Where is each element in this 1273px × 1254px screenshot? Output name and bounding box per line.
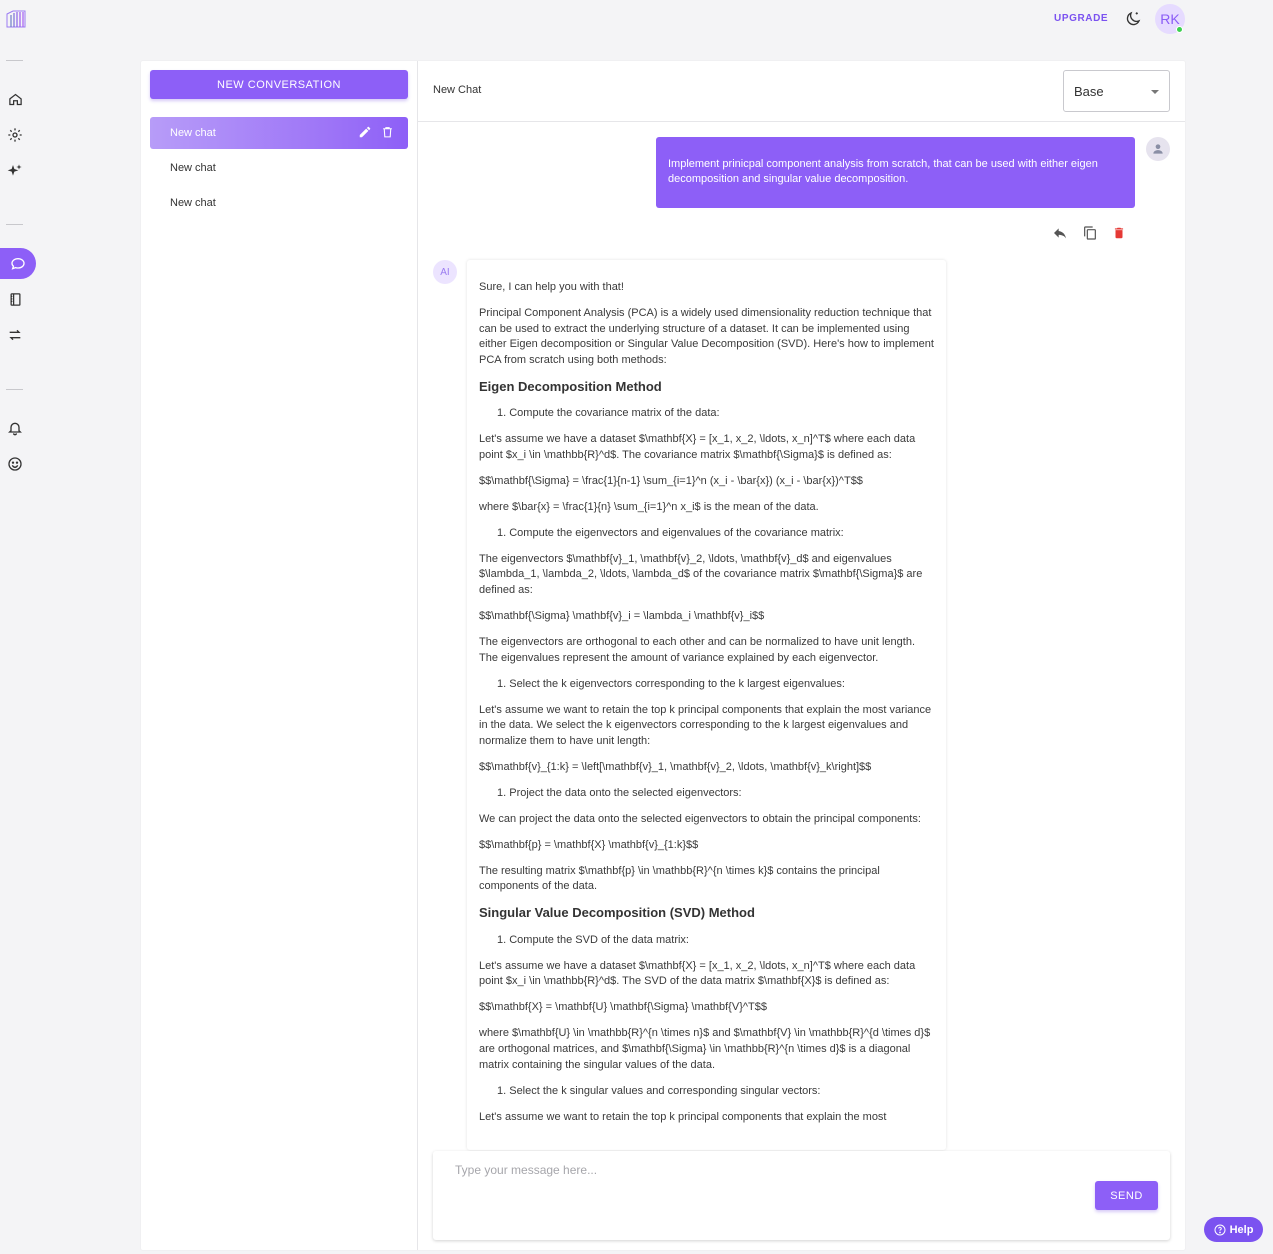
avatar-initials: RK (1160, 11, 1180, 27)
help-label: Help (1229, 1223, 1254, 1236)
dark-mode-icon[interactable] (1124, 10, 1142, 28)
user-avatar[interactable]: RK (1155, 4, 1185, 34)
chat-title: New Chat (433, 84, 482, 96)
reply-icon[interactable] (1052, 225, 1068, 246)
emoji-icon[interactable] (6, 455, 24, 473)
copy-icon[interactable] (1082, 225, 1098, 246)
delete-icon[interactable] (381, 125, 394, 142)
chevron-down-icon (1151, 90, 1159, 94)
rail-divider (6, 389, 23, 390)
ai-formula: $$\mathbf{v}_{1:k} = \left[\mathbf{v}_1,… (479, 760, 872, 773)
ai-heading: Eigen Decomposition Method (479, 378, 662, 394)
ai-list-item: 1. Select the k eigenvectors correspondi… (497, 677, 845, 690)
app-logo[interactable] (4, 8, 28, 30)
user-message-avatar-icon (1146, 137, 1170, 161)
conversation-list-panel: NEW CONVERSATION New chat New chat New c… (141, 61, 418, 1250)
ai-list-item: 1. Compute the SVD of the data matrix: (497, 933, 689, 946)
ai-paragraph: The eigenvectors $\mathbf{v}_1, \mathbf{… (479, 552, 923, 597)
conversation-label: New chat (170, 162, 216, 174)
online-status-dot (1176, 26, 1183, 33)
model-select-value: Base (1074, 83, 1104, 99)
conversation-label: New chat (170, 197, 216, 209)
new-conversation-button[interactable]: NEW CONVERSATION (150, 70, 408, 99)
ai-formula: $$\mathbf{\Sigma} = \frac{1}{n-1} \sum_{… (479, 474, 863, 487)
ai-paragraph: Principal Component Analysis (PCA) is a … (479, 306, 934, 366)
ai-list-item: 1. Compute the eigenvectors and eigenval… (497, 526, 844, 539)
bell-icon[interactable] (6, 419, 24, 437)
delete-message-icon[interactable] (1112, 225, 1126, 246)
ai-paragraph: Sure, I can help you with that! (479, 281, 624, 293)
ai-avatar: AI (433, 260, 457, 284)
model-select[interactable]: Base (1063, 70, 1170, 112)
ai-list-item: 1. Select the k singular values and corr… (497, 1084, 821, 1097)
notebook-icon[interactable] (6, 290, 24, 308)
swap-icon[interactable] (6, 326, 24, 344)
ai-formula: $$\mathbf{X} = \mathbf{U} \mathbf{\Sigma… (479, 1001, 767, 1014)
ai-list-item: 1. Project the data onto the selected ei… (497, 786, 742, 799)
message-actions (1052, 225, 1126, 246)
rail-divider (6, 60, 23, 61)
send-button[interactable]: SEND (1095, 1181, 1158, 1210)
ai-paragraph: Let's assume we want to retain the top k… (479, 1110, 887, 1123)
message-composer: SEND (433, 1151, 1170, 1240)
ai-formula: $$\mathbf{p} = \mathbf{X} \mathbf{v}_{1:… (479, 838, 699, 851)
ai-paragraph: We can project the data onto the selecte… (479, 812, 921, 825)
conversation-item[interactable]: New chat (150, 117, 408, 149)
user-message-bubble: Implement prinicpal component analysis f… (656, 137, 1135, 208)
ai-message-bubble: Sure, I can help you with that! Principa… (467, 260, 946, 1150)
conversation-item[interactable]: New chat (150, 187, 408, 219)
conversation-label: New chat (170, 127, 216, 139)
rail-divider (6, 224, 23, 225)
ai-paragraph: The resulting matrix $\mathbf{p} \in \ma… (479, 864, 880, 893)
ai-paragraph: The eigenvectors are orthogonal to each … (479, 636, 916, 664)
ai-heading: Singular Value Decomposition (SVD) Metho… (479, 905, 755, 921)
ai-paragraph: where $\bar{x} = \frac{1}{n} \sum_{i=1}^… (479, 500, 819, 513)
message-input[interactable] (455, 1163, 1075, 1223)
sparkles-icon[interactable] (6, 162, 24, 180)
ai-formula: $$\mathbf{\Sigma} \mathbf{v}_i = \lambda… (479, 610, 765, 623)
ai-paragraph: Let's assume we want to retain the top k… (479, 703, 932, 747)
help-icon (1214, 1224, 1226, 1235)
chat-header: New Chat Base (418, 61, 1185, 122)
ai-paragraph: where $\mathbf{U} \in \mathbb{R}^{n \tim… (479, 1027, 931, 1071)
conversation-item[interactable]: New chat (150, 152, 408, 184)
edit-icon[interactable] (358, 125, 372, 142)
help-button[interactable]: Help (1204, 1217, 1263, 1242)
chat-icon[interactable] (0, 248, 36, 279)
home-icon[interactable] (6, 90, 24, 108)
ai-paragraph: Let's assume we have a dataset $\mathbf{… (479, 433, 916, 461)
ai-list-item: 1. Compute the covariance matrix of the … (497, 407, 720, 420)
settings-icon[interactable] (6, 126, 24, 144)
upgrade-link[interactable]: UPGRADE (1054, 13, 1108, 24)
ai-paragraph: Let's assume we have a dataset $\mathbf{… (479, 959, 916, 988)
